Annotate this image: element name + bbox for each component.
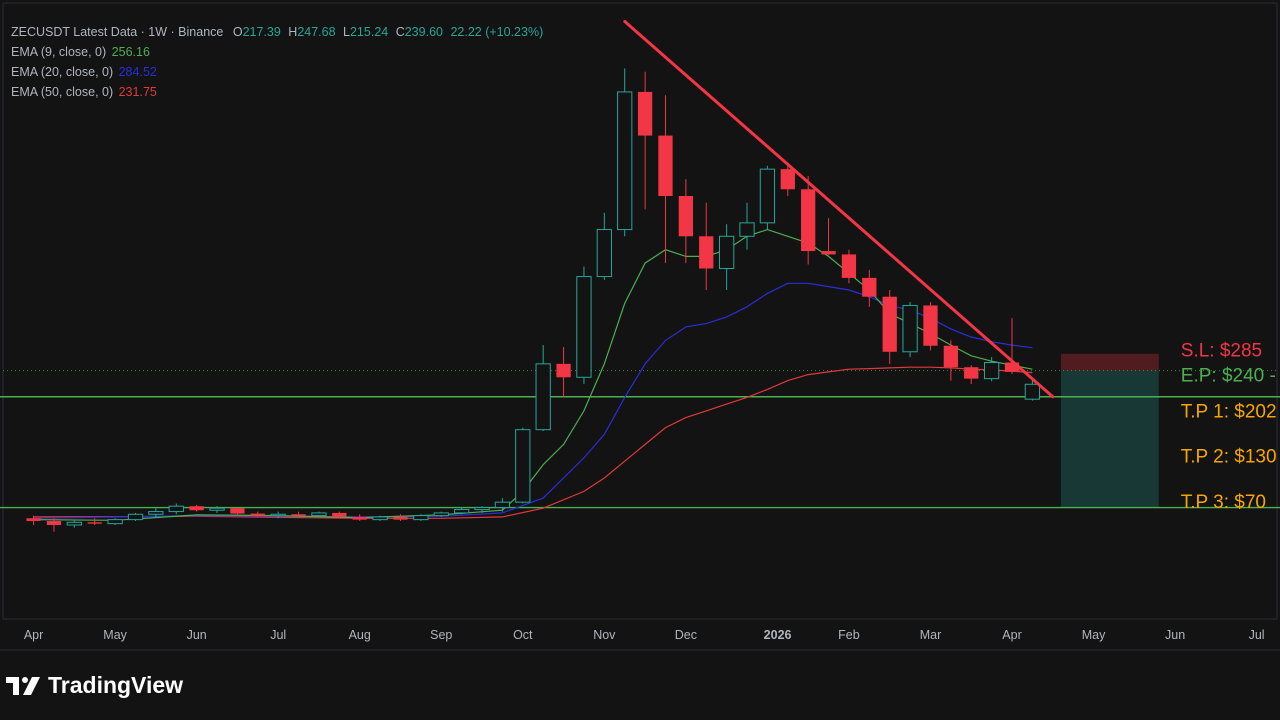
- candle-body[interactable]: [739, 222, 755, 237]
- candle-body[interactable]: [841, 254, 857, 278]
- open-label: O: [232, 25, 243, 39]
- x-tick-label: 2026: [764, 628, 792, 642]
- take-profit-zone[interactable]: [1060, 370, 1159, 508]
- x-tick-label: Oct: [513, 628, 533, 642]
- x-tick-label: Apr: [24, 628, 43, 642]
- indicator-value: 284.52: [118, 65, 157, 79]
- x-tick-label: Apr: [1002, 628, 1021, 642]
- candle-body[interactable]: [291, 514, 306, 516]
- candle-body[interactable]: [474, 507, 490, 511]
- candle-body[interactable]: [556, 363, 571, 378]
- candle-body[interactable]: [393, 516, 408, 520]
- chart-area[interactable]: S.L: $285 E.P: $240 - $250 T.P 1: $202 T.P …: [0, 0, 1280, 720]
- x-tick-label: Jul: [270, 628, 286, 642]
- candle-body[interactable]: [46, 520, 62, 525]
- candle-body[interactable]: [66, 521, 82, 526]
- tradingview-logo[interactable]: TradingView: [6, 672, 183, 699]
- candle-body[interactable]: [617, 91, 633, 231]
- candle-body[interactable]: [189, 506, 204, 511]
- price-annotation[interactable]: T.P 3: $70: [1181, 492, 1266, 513]
- candle-body[interactable]: [923, 305, 938, 346]
- price-annotation[interactable]: S.L: $285: [1181, 340, 1262, 361]
- candle-body[interactable]: [658, 135, 673, 196]
- close-value: 239.60: [404, 25, 443, 39]
- candle-body[interactable]: [596, 229, 612, 278]
- ohlc-header: ZECUSDT Latest Data · 1W · Binance O217.…: [11, 22, 543, 42]
- x-tick-label: Jun: [1165, 628, 1185, 642]
- candle-body[interactable]: [821, 251, 836, 255]
- candle-body[interactable]: [168, 505, 184, 513]
- candle-body[interactable]: [515, 429, 531, 503]
- candle-body[interactable]: [983, 362, 1000, 380]
- candle-body[interactable]: [801, 189, 816, 252]
- candle-body[interactable]: [862, 277, 877, 297]
- x-tick-label: Aug: [349, 628, 371, 642]
- candle-body[interactable]: [87, 522, 102, 524]
- candle-body[interactable]: [332, 512, 347, 517]
- indicator-ema20[interactable]: EMA (20, close, 0) 284.52: [11, 62, 543, 82]
- high-value: 247.68: [297, 25, 336, 39]
- candle-body[interactable]: [454, 509, 470, 514]
- candle-body[interactable]: [943, 345, 958, 368]
- candle-body[interactable]: [250, 513, 265, 516]
- price-annotation[interactable]: T.P 1: $202: [1181, 402, 1277, 423]
- indicator-value: 231.75: [118, 85, 157, 99]
- tradingview-logo-icon: [6, 676, 40, 695]
- candle-body[interactable]: [1024, 383, 1041, 400]
- indicator-label: EMA (9, close, 0): [11, 45, 107, 59]
- candle-body[interactable]: [311, 512, 327, 517]
- candle-body[interactable]: [964, 367, 979, 379]
- candle-body[interactable]: [148, 511, 164, 515]
- price-annotation[interactable]: T.P 2: $130: [1181, 447, 1277, 468]
- low-label: L: [343, 25, 350, 39]
- indicator-label: EMA (20, close, 0): [11, 65, 114, 79]
- price-annotation[interactable]: E.P: $240 - $250: [1181, 365, 1280, 386]
- candle-body[interactable]: [127, 513, 144, 521]
- open-value: 217.39: [242, 25, 281, 39]
- x-tick-label: Jun: [187, 628, 207, 642]
- candle-body[interactable]: [678, 196, 693, 237]
- candle-body[interactable]: [413, 515, 429, 521]
- candle-body[interactable]: [718, 235, 735, 270]
- indicator-value: 256.16: [111, 45, 150, 59]
- candle-body[interactable]: [372, 516, 388, 521]
- candle-body[interactable]: [882, 296, 897, 352]
- x-tick-label: Feb: [838, 628, 860, 642]
- candle-body[interactable]: [209, 507, 225, 511]
- candle-body[interactable]: [230, 508, 245, 514]
- x-tick-label: Mar: [920, 628, 942, 642]
- x-tick-label: May: [103, 628, 127, 642]
- x-tick-label: Nov: [593, 628, 616, 642]
- chart-legend: ZECUSDT Latest Data · 1W · Binance O217.…: [11, 22, 543, 102]
- candle-body[interactable]: [433, 512, 449, 517]
- indicator-label: EMA (50, close, 0): [11, 85, 114, 99]
- candle-body[interactable]: [26, 518, 41, 521]
- candle-body[interactable]: [780, 169, 795, 190]
- symbol-line: ZECUSDT Latest Data · 1W · Binance: [11, 25, 224, 39]
- brand-name: TradingView: [48, 672, 184, 698]
- candle-body[interactable]: [902, 304, 918, 353]
- price-chart[interactable]: S.L: $285 E.P: $240 - $250 T.P 1: $202 T.P …: [0, 0, 1280, 720]
- candle-body[interactable]: [759, 168, 776, 224]
- x-tick-label: Dec: [675, 628, 697, 642]
- candle-body[interactable]: [535, 363, 551, 431]
- candle-body[interactable]: [637, 91, 653, 136]
- x-tick-label: May: [1082, 628, 1106, 642]
- indicator-ema50[interactable]: EMA (50, close, 0) 231.75: [11, 82, 543, 102]
- x-tick-label: Jul: [1249, 628, 1265, 642]
- candle-body[interactable]: [576, 276, 592, 378]
- x-tick-label: Sep: [430, 628, 452, 642]
- change-value: 22.22 (+10.23%): [450, 25, 544, 39]
- candle-body[interactable]: [494, 501, 511, 509]
- candle-body[interactable]: [699, 236, 714, 269]
- candle-body[interactable]: [352, 516, 367, 520]
- candle-body[interactable]: [270, 513, 286, 517]
- close-label: C: [395, 25, 405, 39]
- stop-loss-zone[interactable]: [1060, 353, 1159, 371]
- indicator-ema9[interactable]: EMA (9, close, 0) 256.16: [11, 42, 543, 62]
- low-value: 215.24: [349, 25, 389, 39]
- high-label: H: [288, 25, 298, 39]
- candle-body[interactable]: [107, 519, 123, 525]
